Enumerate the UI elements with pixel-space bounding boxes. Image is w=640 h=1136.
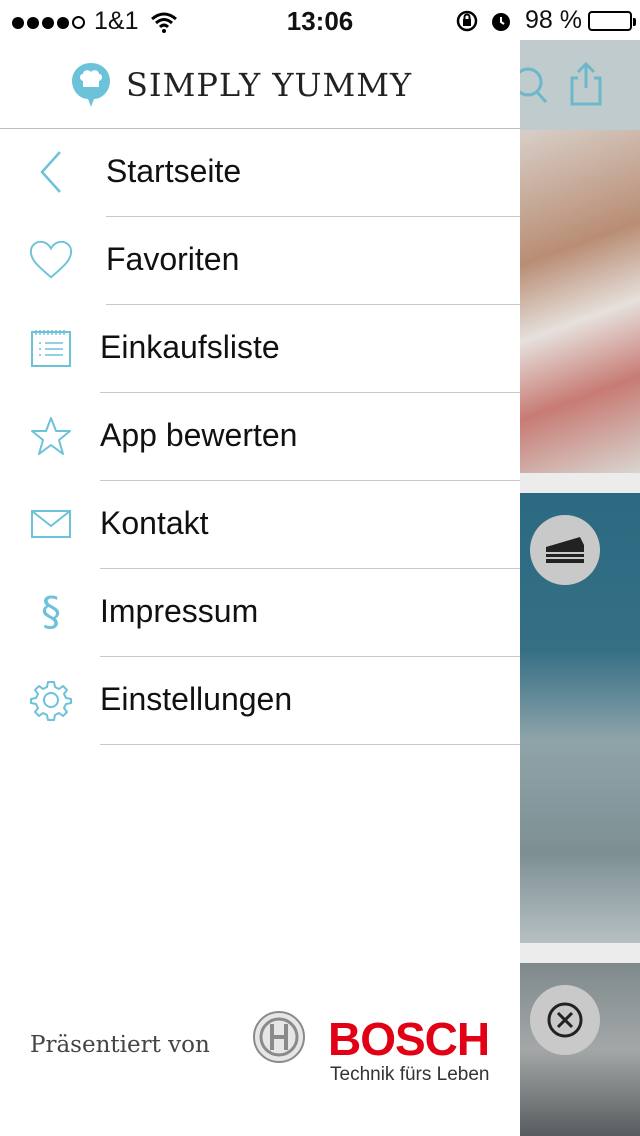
background-content — [513, 40, 640, 1136]
menu-item-favoriten[interactable]: Favoriten — [0, 217, 520, 305]
menu-item-app-bewerten[interactable]: App bewerten — [0, 393, 520, 481]
chef-hat-icon — [72, 63, 110, 107]
heart-icon — [28, 237, 74, 283]
chevron-left-icon — [28, 149, 74, 195]
menu-item-label: Startseite — [106, 153, 242, 189]
menu-item-label: Impressum — [100, 593, 259, 629]
recipe-photo — [520, 130, 640, 473]
presented-by-label: Präsentiert von — [30, 1032, 210, 1058]
app-logo: SIMPLY YUMMY — [70, 60, 412, 110]
menu-list: Startseite Favoriten Einkaufsliste App b… — [0, 129, 520, 745]
dish-category-icon — [530, 985, 600, 1055]
rotation-lock-icon — [456, 10, 478, 31]
menu-item-label: Favoriten — [106, 241, 240, 277]
app-title: SIMPLY YUMMY — [126, 66, 413, 104]
star-icon — [28, 413, 74, 459]
menu-item-label: Einkaufsliste — [100, 329, 280, 365]
bosch-logo-icon[interactable] — [252, 1010, 306, 1064]
menu-item-label: Kontakt — [100, 505, 209, 541]
menu-item-kontakt[interactable]: Kontakt — [0, 481, 520, 569]
side-drawer: SIMPLY YUMMY Startseite Favoriten Einkau… — [0, 40, 520, 1136]
status-right: 98 % — [455, 6, 636, 35]
section-sign-icon: § — [41, 589, 61, 635]
sponsor-footer: Präsentiert von BOSCH Technik fürs Leben — [0, 1000, 520, 1130]
menu-item-startseite[interactable]: Startseite — [0, 129, 520, 217]
battery-percent: 98 % — [525, 6, 582, 34]
menu-item-einkaufsliste[interactable]: Einkaufsliste — [0, 305, 520, 393]
menu-item-impressum[interactable]: § Impressum — [0, 569, 520, 657]
sponsor-tagline: Technik fürs Leben — [330, 1064, 490, 1085]
menu-divider — [100, 744, 520, 745]
cake-icon — [530, 515, 600, 585]
divider-band — [520, 943, 640, 963]
envelope-icon — [28, 501, 74, 547]
notepad-list-icon — [28, 325, 74, 371]
menu-item-label: App bewerten — [100, 417, 298, 453]
background-header — [513, 40, 640, 130]
alarm-icon — [492, 12, 511, 31]
battery-icon — [588, 10, 636, 31]
sponsor-name[interactable]: BOSCH — [328, 1012, 490, 1066]
menu-item-einstellungen[interactable]: Einstellungen — [0, 657, 520, 745]
gear-icon — [28, 677, 74, 723]
share-icon — [570, 61, 602, 106]
divider-band — [520, 473, 640, 493]
menu-item-label: Einstellungen — [100, 681, 293, 717]
status-bar: 1&1 13:06 98 % — [0, 0, 640, 40]
